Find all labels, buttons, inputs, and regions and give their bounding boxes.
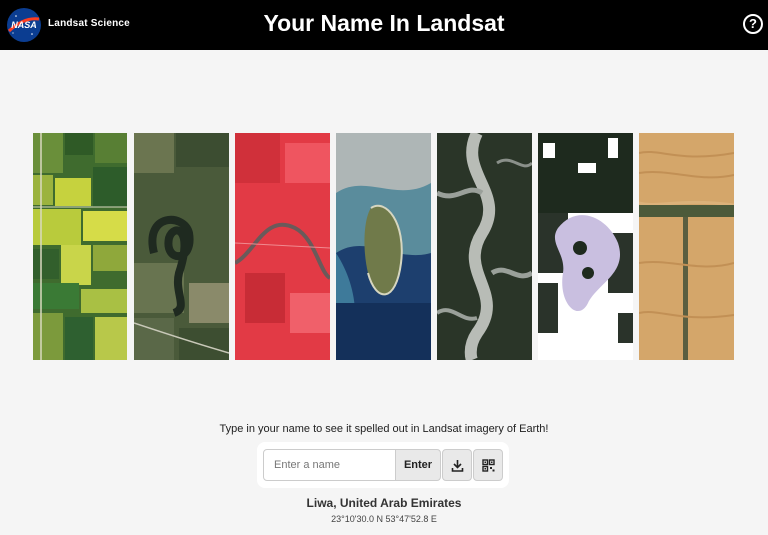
landsat-strip-desert-dunes xyxy=(639,133,734,360)
download-button[interactable] xyxy=(442,449,472,481)
instruction-text: Type in your name to see it spelled out … xyxy=(219,423,549,435)
top-bar: NASA Landsat Science Your Name In Landsa… xyxy=(0,0,768,50)
qr-code-icon xyxy=(482,459,495,472)
landsat-strip-island-coast xyxy=(336,133,431,360)
landsat-strip-red-false-color-river xyxy=(235,133,330,360)
name-input[interactable] xyxy=(263,449,396,481)
landsat-strip-oxbow-river xyxy=(134,133,229,360)
location-name: Liwa, United Arab Emirates xyxy=(306,496,462,510)
landsat-strip-farm-fields xyxy=(33,133,127,360)
location-coordinates: 23°10'30.0 N 53°47'52.8 E xyxy=(331,514,437,524)
landsat-strip-snow-lake xyxy=(538,133,633,360)
help-icon[interactable]: ? xyxy=(743,14,763,34)
download-icon xyxy=(451,460,464,472)
enter-button[interactable]: Enter xyxy=(395,449,441,481)
landsat-strip-braided-river xyxy=(437,133,532,360)
qr-code-button[interactable] xyxy=(473,449,503,481)
page-title: Your Name In Landsat xyxy=(263,10,505,36)
